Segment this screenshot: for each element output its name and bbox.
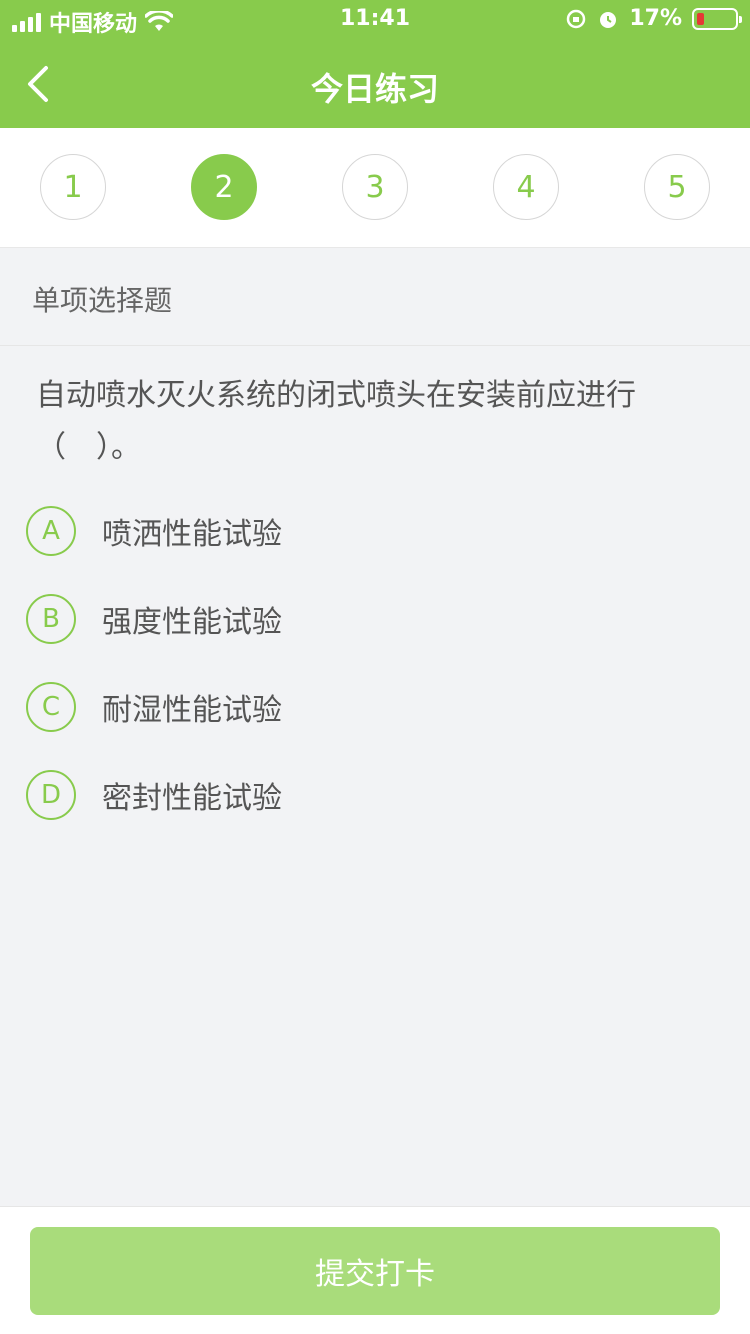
option-b-badge: B (26, 594, 76, 644)
option-b[interactable]: B 强度性能试验 (26, 592, 726, 646)
question-type: 单项选择题 (0, 248, 750, 346)
step-4[interactable]: 4 (493, 154, 559, 220)
option-b-text: 强度性能试验 (102, 605, 282, 640)
option-c-text: 耐湿性能试验 (102, 693, 282, 728)
option-a[interactable]: A 喷洒性能试验 (26, 504, 726, 558)
option-d[interactable]: D 密封性能试验 (26, 768, 726, 822)
nav-bar: 今日练习 (0, 40, 750, 128)
option-c[interactable]: C 耐湿性能试验 (26, 680, 726, 734)
battery-icon (692, 7, 742, 30)
option-c-badge: C (26, 682, 76, 732)
battery-percent: 17% (629, 6, 682, 31)
page-title: 今日练习 (310, 70, 439, 108)
option-a-text: 喷洒性能试验 (102, 517, 282, 552)
option-a-badge: A (26, 506, 76, 556)
status-right: 17% (565, 6, 742, 31)
top-header: 中国移动 11:41 17% 今日练习 (0, 0, 750, 128)
rotation-lock-icon (567, 9, 586, 28)
step-5[interactable]: 5 (644, 154, 710, 220)
submit-checkin-button[interactable]: 提交打卡 (30, 1227, 720, 1315)
status-bar: 中国移动 11:41 17% (0, 0, 750, 40)
option-d-text: 密封性能试验 (102, 781, 282, 816)
question-steps: 1 2 3 4 5 (0, 128, 750, 248)
question-text: 自动喷水灭火系统的闭式喷头在安装前应进行（ ）。 (36, 378, 636, 465)
step-2[interactable]: 2 (191, 154, 257, 220)
option-d-badge: D (26, 770, 76, 820)
alarm-icon (600, 11, 617, 28)
footer-bar: 提交打卡 (0, 1206, 750, 1334)
step-3[interactable]: 3 (342, 154, 408, 220)
step-1[interactable]: 1 (40, 154, 106, 220)
